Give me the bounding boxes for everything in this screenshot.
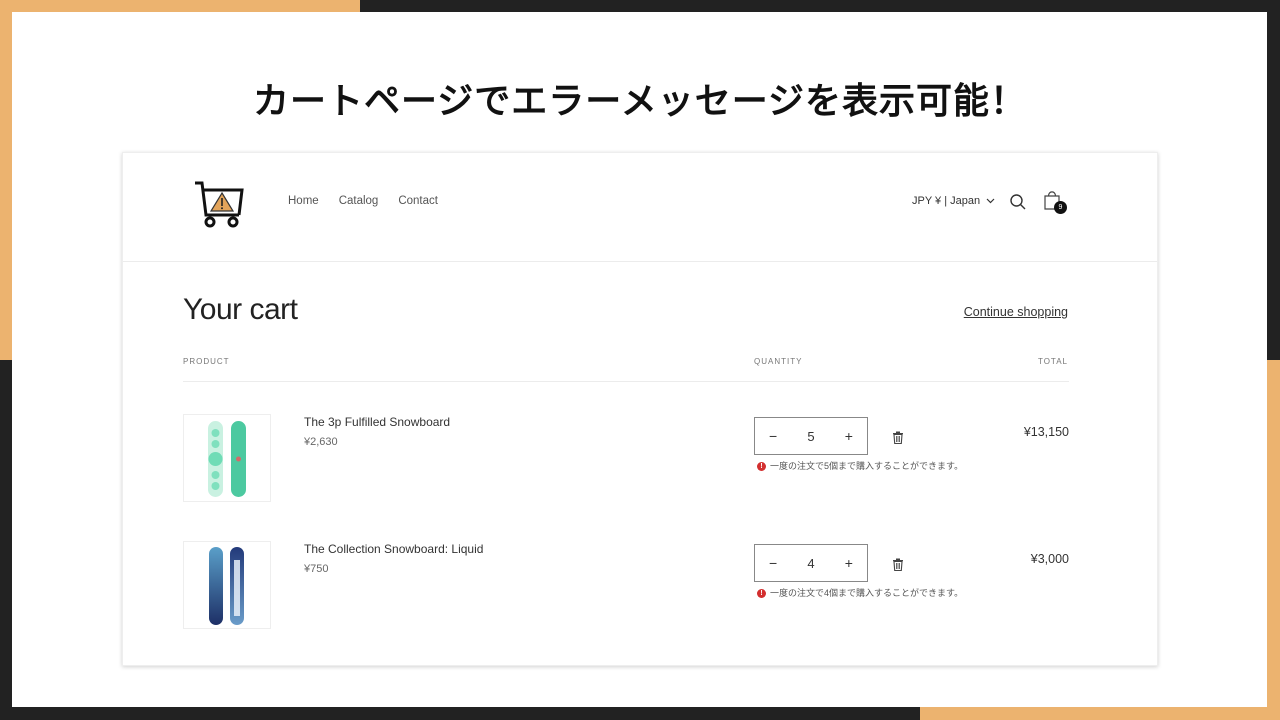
- product-price: ¥750: [304, 563, 329, 575]
- shop-screenshot: Home Catalog Contact JPY ¥ | Japan 9 You…: [122, 152, 1158, 666]
- main-nav: Home Catalog Contact: [288, 195, 438, 207]
- decrease-quantity-button[interactable]: −: [769, 555, 777, 571]
- snowboard-teal-image: [208, 421, 246, 497]
- currency-selector[interactable]: JPY ¥ | Japan: [912, 195, 995, 207]
- cart-button[interactable]: 9: [1043, 189, 1067, 215]
- nav-contact[interactable]: Contact: [398, 195, 438, 207]
- quantity-input[interactable]: 4: [807, 556, 814, 571]
- continue-shopping-link[interactable]: Continue shopping: [964, 305, 1068, 319]
- error-icon: !: [757, 589, 766, 598]
- product-name[interactable]: The 3p Fulfilled Snowboard: [304, 415, 450, 429]
- column-header-quantity: QUANTITY: [754, 357, 803, 366]
- line-total: ¥3,000: [1030, 552, 1069, 566]
- search-icon[interactable]: [1009, 193, 1027, 211]
- site-header: Home Catalog Contact JPY ¥ | Japan 9: [123, 153, 1157, 262]
- product-image[interactable]: [183, 541, 271, 629]
- column-header-total: TOTAL: [1037, 357, 1068, 366]
- quantity-stepper: − 4 +: [754, 544, 868, 582]
- error-text: 一度の注文で4個まで購入することができます。: [770, 588, 964, 598]
- quantity-error-message: ! 一度の注文で5個まで購入することができます。: [757, 461, 977, 472]
- increase-quantity-button[interactable]: +: [845, 428, 853, 444]
- cart-item: The Collection Snowboard: Liquid ¥750 − …: [183, 541, 1069, 641]
- line-total: ¥13,150: [1023, 425, 1069, 439]
- product-image[interactable]: [183, 414, 271, 502]
- snowboard-liquid-image: [209, 547, 244, 625]
- column-header-product: PRODUCT: [183, 357, 230, 366]
- currency-label: JPY ¥ | Japan: [912, 195, 981, 207]
- quantity-input[interactable]: 5: [807, 429, 814, 444]
- error-icon: !: [757, 462, 766, 471]
- error-text: 一度の注文で5個まで購入することができます。: [770, 461, 964, 471]
- cart-count-badge: 9: [1054, 201, 1067, 214]
- increase-quantity-button[interactable]: +: [845, 555, 853, 571]
- page-title: Your cart: [183, 293, 298, 326]
- quantity-error-message: ! 一度の注文で4個まで購入することができます。: [757, 588, 977, 599]
- nav-home[interactable]: Home: [288, 195, 319, 207]
- slide-headline: カートページでエラーメッセージを表示可能！: [252, 81, 1028, 122]
- quantity-stepper: − 5 +: [754, 417, 868, 455]
- trash-icon[interactable]: [892, 431, 904, 444]
- cart-warning-icon[interactable]: [193, 177, 245, 229]
- nav-catalog[interactable]: Catalog: [339, 195, 379, 207]
- chevron-down-icon: [986, 198, 995, 204]
- product-name[interactable]: The Collection Snowboard: Liquid: [304, 542, 483, 556]
- decrease-quantity-button[interactable]: −: [769, 428, 777, 444]
- trash-icon[interactable]: [892, 558, 904, 571]
- product-price: ¥2,630: [304, 436, 338, 448]
- header-divider: [183, 381, 1069, 382]
- cart-item: The 3p Fulfilled Snowboard ¥2,630 − 5 + …: [183, 414, 1069, 514]
